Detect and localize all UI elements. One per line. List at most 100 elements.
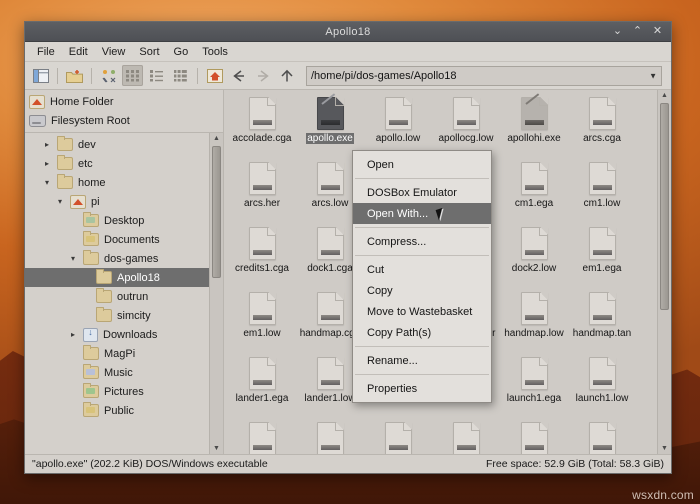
- file-name-label: apollocg.low: [438, 133, 494, 144]
- file-item[interactable]: handmap.low: [500, 289, 568, 354]
- new-folder-icon[interactable]: [64, 65, 85, 86]
- detailed-list-view-icon[interactable]: [170, 65, 191, 86]
- context-menu-item-open[interactable]: Open: [353, 154, 491, 175]
- context-menu-item-move-to-wastebasket[interactable]: Move to Wastebasket: [353, 301, 491, 322]
- tree-item-magpi[interactable]: MagPi: [25, 344, 223, 363]
- file-item[interactable]: em1.low: [228, 289, 296, 354]
- tree-item-etc[interactable]: ▸ etc: [25, 154, 223, 173]
- tree-item-pi[interactable]: ▾ pi: [25, 192, 223, 211]
- tree-item-documents[interactable]: Documents: [25, 230, 223, 249]
- path-entry[interactable]: /home/pi/dos-games/Apollo18 ▼: [306, 65, 662, 86]
- context-menu-item-label: Properties: [367, 382, 418, 395]
- tree-item-pictures[interactable]: Pictures: [25, 382, 223, 401]
- tree-item-dos-games[interactable]: ▾ dos-games: [25, 249, 223, 268]
- tree-item-desktop[interactable]: Desktop: [25, 211, 223, 230]
- file-manager-window: Apollo18 ⌄ ⌃ ✕ File Edit View Sort Go To…: [24, 21, 672, 474]
- file-item[interactable]: em1.ega: [568, 224, 636, 289]
- scroll-down-icon[interactable]: ▼: [658, 443, 671, 454]
- tree-item-outrun[interactable]: outrun: [25, 287, 223, 306]
- file-item[interactable]: credits1.cga: [228, 224, 296, 289]
- chevron-right-icon[interactable]: ▸: [68, 330, 78, 339]
- scroll-up-icon[interactable]: ▲: [658, 90, 671, 101]
- file-item[interactable]: moonmen.tan: [568, 419, 636, 454]
- close-icon[interactable]: ✕: [652, 26, 663, 37]
- tree-item-apollo18[interactable]: Apollo18: [25, 268, 223, 287]
- scroll-up-icon[interactable]: ▲: [210, 133, 223, 144]
- menu-go[interactable]: Go: [168, 44, 195, 60]
- context-menu-item-cut[interactable]: Cut: [353, 259, 491, 280]
- context-menu-item-copy[interactable]: Copy: [353, 280, 491, 301]
- tree-item-label: Documents: [104, 233, 160, 246]
- menu-file[interactable]: File: [31, 44, 61, 60]
- scroll-down-icon[interactable]: ▼: [210, 443, 223, 454]
- file-item[interactable]: launch1.low: [568, 354, 636, 419]
- chevron-down-icon[interactable]: ▼: [649, 71, 657, 80]
- directory-tree[interactable]: ▸ dev ▸ etc ▾ home ▾ pi Desktop Documents ▾ dos-gam…: [25, 133, 223, 454]
- up-icon[interactable]: [276, 65, 297, 86]
- maximize-icon[interactable]: ⌃: [632, 26, 643, 37]
- menu-tools[interactable]: Tools: [196, 44, 234, 60]
- context-menu-item-dosbox-emulator[interactable]: DOSBox Emulator: [353, 182, 491, 203]
- tree-item-simcity[interactable]: simcity: [25, 306, 223, 325]
- menu-view[interactable]: View: [96, 44, 132, 60]
- file-item[interactable]: mission1.cga: [228, 419, 296, 454]
- context-menu-item-label: Cut: [367, 263, 385, 276]
- file-item[interactable]: launch1.ega: [500, 354, 568, 419]
- file-scroll-track[interactable]: [658, 101, 671, 443]
- sidebar-item-filesystem-root[interactable]: Filesystem Root: [25, 111, 223, 130]
- sidebar-item-home-folder[interactable]: Home Folder: [25, 92, 223, 111]
- file-item[interactable]: moonmen.cga: [296, 419, 364, 454]
- toggle-sidebar-icon[interactable]: [30, 65, 51, 86]
- compact-view-icon[interactable]: [146, 65, 167, 86]
- file-item[interactable]: lander1.ega: [228, 354, 296, 419]
- file-scroll-thumb[interactable]: [660, 103, 669, 310]
- tree-scrollbar[interactable]: ▲ ▼: [209, 133, 223, 454]
- title-bar[interactable]: Apollo18 ⌄ ⌃ ✕: [25, 22, 671, 42]
- tree-item-music[interactable]: Music: [25, 363, 223, 382]
- context-menu-item-properties[interactable]: Properties: [353, 378, 491, 399]
- folder-pictures-icon: [83, 383, 99, 398]
- file-item[interactable]: moonmen.ega: [364, 419, 432, 454]
- chevron-down-icon[interactable]: ▾: [55, 197, 65, 206]
- tree-scroll-track[interactable]: [210, 144, 223, 443]
- tree-item-label: MagPi: [104, 347, 136, 360]
- folder-documents-icon: [83, 231, 99, 246]
- file-item[interactable]: moonmen.low: [500, 419, 568, 454]
- file-item[interactable]: moonmen.her: [432, 419, 500, 454]
- file-item[interactable]: cm1.ega: [500, 159, 568, 224]
- tree-item-dev[interactable]: ▸ dev: [25, 135, 223, 154]
- minimize-icon[interactable]: ⌄: [612, 26, 623, 37]
- tree-item-downloads[interactable]: ▸ Downloads: [25, 325, 223, 344]
- file-item[interactable]: accolade.cga: [228, 94, 296, 159]
- file-item[interactable]: dock2.low: [500, 224, 568, 289]
- context-menu[interactable]: Open DOSBox Emulator Open With... Compress.…: [352, 150, 492, 403]
- file-item[interactable]: cm1.low: [568, 159, 636, 224]
- context-menu-item-copy-path-s[interactable]: Copy Path(s): [353, 322, 491, 343]
- file-item[interactable]: arcs.her: [228, 159, 296, 224]
- generic-file-icon: [316, 162, 344, 195]
- icon-view-icon[interactable]: [122, 65, 143, 86]
- menu-sort[interactable]: Sort: [133, 44, 165, 60]
- forward-icon[interactable]: [252, 65, 273, 86]
- context-menu-item-open-with[interactable]: Open With...: [353, 203, 491, 224]
- home-icon[interactable]: [204, 65, 225, 86]
- file-item[interactable]: apollohi.exe: [500, 94, 568, 159]
- file-icon-band: [524, 445, 544, 450]
- menu-edit[interactable]: Edit: [63, 44, 94, 60]
- file-pane-scrollbar[interactable]: ▲ ▼: [657, 90, 671, 454]
- chevron-right-icon[interactable]: ▸: [42, 159, 52, 168]
- tree-item-home[interactable]: ▾ home: [25, 173, 223, 192]
- chevron-down-icon[interactable]: ▾: [42, 178, 52, 187]
- context-menu-item-rename[interactable]: Rename...: [353, 350, 491, 371]
- chevron-right-icon[interactable]: ▸: [42, 140, 52, 149]
- tree-item-public[interactable]: Public: [25, 401, 223, 420]
- chevron-down-icon[interactable]: ▾: [68, 254, 78, 263]
- context-menu-item-compress[interactable]: Compress...: [353, 231, 491, 252]
- tree-scroll-thumb[interactable]: [212, 146, 221, 278]
- tree-item-label: etc: [78, 157, 93, 170]
- back-icon[interactable]: [228, 65, 249, 86]
- view-options-icon[interactable]: [98, 65, 119, 86]
- file-item[interactable]: arcs.cga: [568, 94, 636, 159]
- file-item[interactable]: handmap.tan: [568, 289, 636, 354]
- place-label: Filesystem Root: [51, 114, 130, 127]
